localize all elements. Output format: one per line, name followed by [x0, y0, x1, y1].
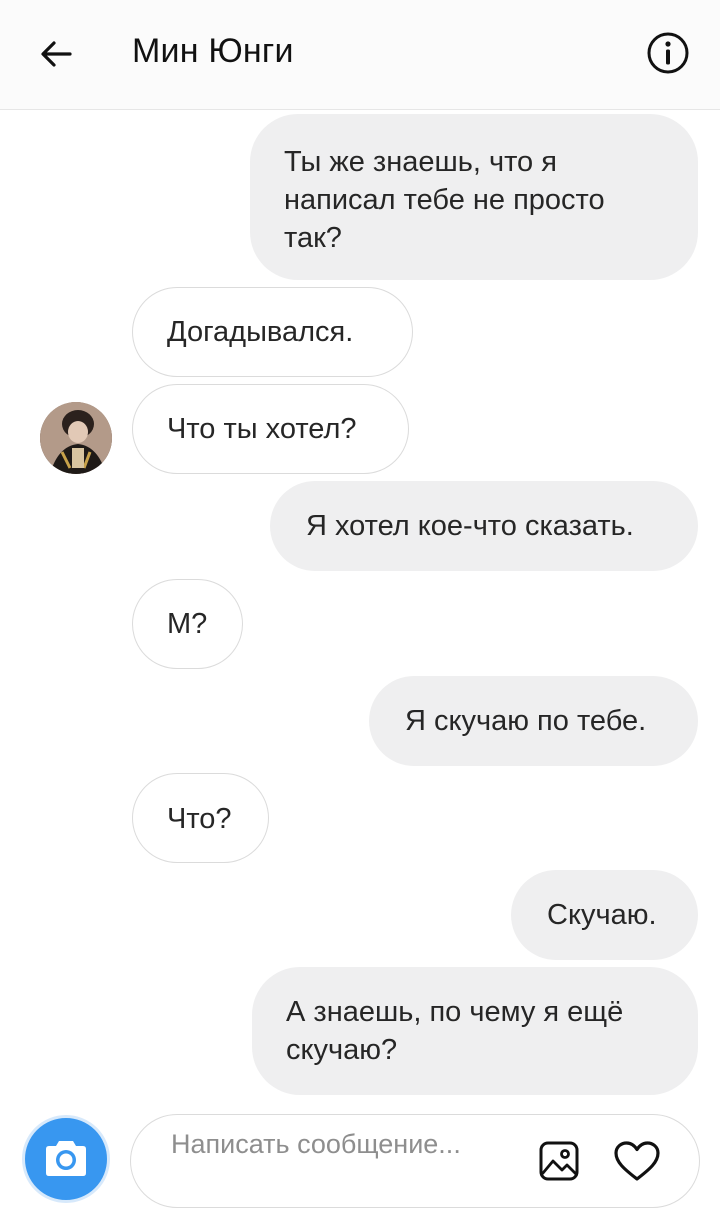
message-bubble-outgoing[interactable]: Ты же знаешь, что я написал тебе не прос…: [250, 114, 698, 280]
message-bubble-outgoing[interactable]: Скучаю.: [511, 870, 698, 960]
message-text: Что ты хотел?: [167, 413, 357, 445]
camera-icon: [46, 1141, 86, 1176]
message-text: Я скучаю по тебе.: [405, 705, 647, 737]
back-button[interactable]: [30, 28, 82, 80]
gallery-button[interactable]: [536, 1138, 582, 1184]
info-icon: [647, 32, 689, 74]
message-bubble-incoming[interactable]: Что ты хотел?: [132, 384, 409, 474]
message-text: Что?: [167, 803, 232, 835]
chat-title: Мин Юнги: [132, 32, 294, 70]
message-text: Скучаю.: [547, 899, 657, 931]
info-button[interactable]: [643, 28, 693, 78]
message-bubble-outgoing[interactable]: Я скучаю по тебе.: [369, 676, 698, 766]
message-text: Ты же знаешь, что я написал тебе не прос…: [284, 146, 605, 254]
heart-icon: [614, 1141, 660, 1181]
message-text: Я хотел кое-что сказать.: [306, 510, 634, 542]
camera-button[interactable]: [22, 1115, 110, 1203]
message-bubble-incoming[interactable]: М?: [132, 579, 243, 669]
message-bubble-outgoing[interactable]: А знаешь, по чему я ещё скучаю?: [252, 967, 698, 1095]
message-bubble-incoming[interactable]: Что?: [132, 773, 269, 863]
message-bubble-incoming[interactable]: Догадывался.: [132, 287, 413, 377]
avatar[interactable]: [40, 402, 112, 474]
message-input-placeholder: Написать сообщение...: [171, 1129, 461, 1159]
message-text: М?: [167, 608, 208, 640]
like-button[interactable]: [611, 1137, 663, 1185]
message-text: А знаешь, по чему я ещё скучаю?: [286, 996, 624, 1066]
chat-header: Мин Юнги: [0, 0, 720, 110]
message-text: Догадывался.: [167, 316, 354, 348]
avatar-photo: [40, 402, 112, 474]
message-bubble-outgoing[interactable]: Я хотел кое-что сказать.: [270, 481, 698, 571]
image-icon: [539, 1141, 579, 1181]
arrow-left-icon: [41, 41, 72, 67]
